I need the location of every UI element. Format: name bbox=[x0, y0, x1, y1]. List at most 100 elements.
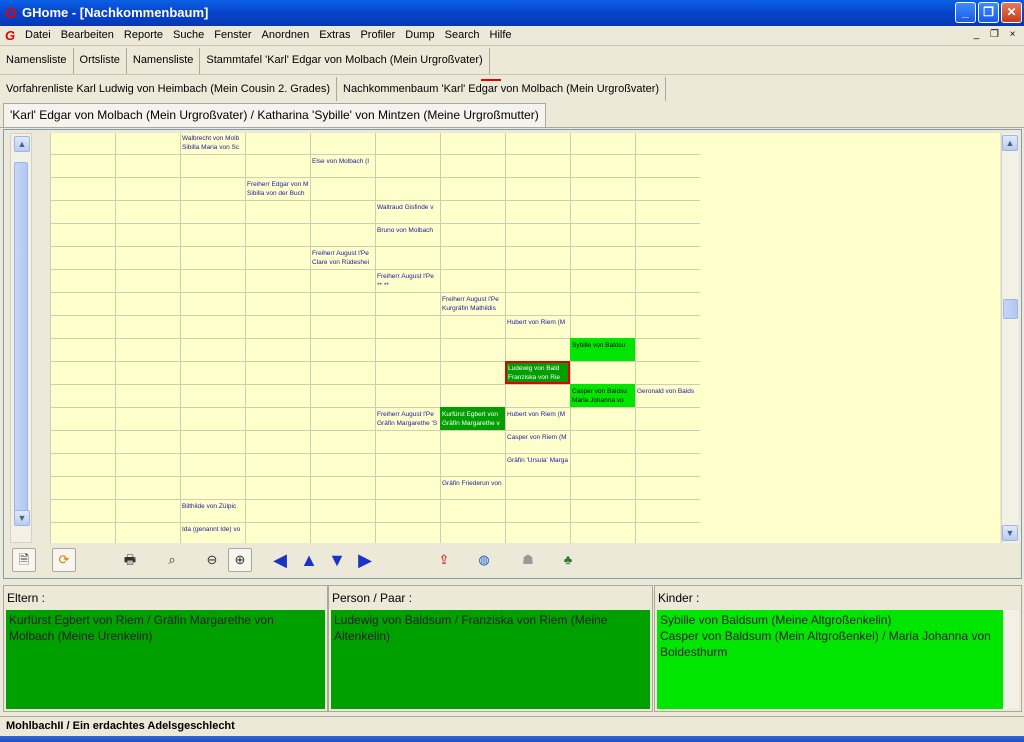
right-scroll-thumb[interactable] bbox=[1003, 299, 1018, 319]
person-cell[interactable]: Gräfin Friederun von bbox=[440, 476, 505, 499]
zoom-fit-icon[interactable]: ⊕ bbox=[228, 548, 252, 572]
menu-bearbeiten[interactable]: Bearbeiten bbox=[56, 29, 119, 41]
left-vertical-scrollbar[interactable]: ▲ ▼ bbox=[10, 133, 32, 543]
person-cell-line: Bruno von Molbach bbox=[377, 227, 434, 234]
left-scroll-up-icon[interactable]: ▲ bbox=[14, 136, 30, 152]
person-cell[interactable]: Ida (genannt Ide) vo bbox=[180, 522, 245, 543]
left-scroll-down-icon[interactable]: ▼ bbox=[14, 510, 30, 526]
menu-reporte[interactable]: Reporte bbox=[119, 29, 168, 41]
export-icon[interactable]: ⇪ bbox=[432, 548, 456, 572]
descendant-tree-canvas[interactable]: Walbrecht von Molb Sibilla Maria von Sc El… bbox=[50, 133, 1000, 543]
person-cell[interactable]: Hubert von Riem (M bbox=[505, 315, 570, 338]
parents-text[interactable]: Kurfürst Egbert von Riem / Gräfin Margar… bbox=[6, 610, 325, 709]
children-scrollbar[interactable] bbox=[1003, 610, 1019, 709]
person-cell-line: Bilthilde von Zülpic bbox=[182, 503, 237, 510]
children-list[interactable]: Sybille von Baldsum (Meine Altgroßenkeli… bbox=[657, 610, 1003, 709]
person-cell-line: Hubert von Riem (M bbox=[507, 411, 566, 418]
menu-hilfe[interactable]: Hilfe bbox=[485, 29, 517, 41]
person-cell[interactable]: Waltraud Gisfinde v bbox=[375, 200, 440, 223]
person-cell[interactable]: Freiherr August l'Pe Clare von Rüdeshei bbox=[310, 246, 375, 269]
person-panel: Person / Paar : Ludewig von Baldsum / Fr… bbox=[328, 585, 653, 712]
mdi-restore-button[interactable]: ❐ bbox=[987, 29, 1002, 43]
arrow-left-icon[interactable]: ◀ bbox=[268, 548, 292, 572]
tab-ortsliste[interactable]: Ortsliste bbox=[74, 48, 127, 74]
arrow-right-icon[interactable]: ▶ bbox=[353, 548, 377, 572]
person-cell-line bbox=[442, 488, 503, 497]
menu-bar: G Datei Bearbeiten Reporte Suche Fenster… bbox=[0, 26, 1024, 46]
menu-fenster[interactable]: Fenster bbox=[209, 29, 256, 41]
person-cell[interactable]: Bilthilde von Zülpic bbox=[180, 499, 245, 522]
person-cell[interactable]: Bruno von Molbach bbox=[375, 223, 440, 246]
person-cell[interactable]: Gräfin 'Ursula' Marga bbox=[505, 453, 570, 476]
taskbar-strip bbox=[0, 736, 1024, 742]
person-cell-line: Else von Molbach (I bbox=[312, 158, 370, 165]
tab-stammtafel[interactable]: Stammtafel 'Karl' Edgar von Molbach (Mei… bbox=[200, 48, 490, 74]
person-cell-line: Ida (genannt Ide) vo bbox=[182, 526, 241, 533]
person-cell-line: Walbrecht von Molb bbox=[182, 135, 240, 142]
page-icon[interactable]: 🗎 bbox=[12, 548, 36, 572]
person-cell[interactable]: Hubert von Riem (M bbox=[505, 407, 570, 430]
person-cell-line: Freiherr August l'Pe bbox=[377, 273, 434, 280]
tree-toolbar: 🗎 ⟳ 🖶 ⌕ ⊖ ⊕ ◀ ▲ ▼ ▶ ⇪ ◍ ☗ ♣ bbox=[4, 545, 1021, 577]
right-vertical-scrollbar[interactable]: ▲ ▼ bbox=[1001, 133, 1018, 543]
person-cell[interactable]: Freiherr Edgar von M Sibilla von der Buch bbox=[245, 177, 310, 200]
tab-nachkommenbaum[interactable]: Nachkommenbaum 'Karl' Edgar von Molbach … bbox=[337, 77, 667, 101]
person-cell[interactable]: Casper von Riem (M bbox=[505, 430, 570, 453]
person-cell[interactable]: Freiherr August l'Pe Gräfin Margarethe 'S bbox=[375, 407, 440, 430]
person-cell-line bbox=[377, 235, 438, 244]
person-cell-line: Waltraud Gisfinde v bbox=[377, 204, 434, 211]
canvas-empty-area bbox=[700, 133, 1000, 543]
menu-profiler[interactable]: Profiler bbox=[355, 29, 400, 41]
right-scroll-down-icon[interactable]: ▼ bbox=[1002, 525, 1018, 541]
menu-items: Datei Bearbeiten Reporte Suche Fenster A… bbox=[20, 29, 517, 41]
selected-person-cell[interactable]: Ludewig von Bald Franziska von Rie bbox=[505, 361, 570, 384]
person-cell[interactable]: Geronald von Balds bbox=[635, 384, 700, 407]
person-cell[interactable]: Freiherr August l'Pe ** ** bbox=[375, 269, 440, 292]
person-cell[interactable]: Freiherr August l'Pe Kurgräfin Mathildis bbox=[440, 292, 505, 315]
mdi-minimize-button[interactable]: _ bbox=[969, 29, 984, 43]
document-tab[interactable]: 'Karl' Edgar von Molbach (Mein Urgroßvat… bbox=[3, 103, 546, 127]
menu-search[interactable]: Search bbox=[440, 29, 485, 41]
child-item[interactable]: Casper von Baldsum (Mein Altgroßenkel) /… bbox=[660, 628, 1000, 660]
person-cell[interactable]: Else von Molbach (I bbox=[310, 154, 375, 177]
person-cell-line: Geronald von Balds bbox=[637, 388, 695, 395]
menu-dump[interactable]: Dump bbox=[400, 29, 439, 41]
refresh-icon[interactable]: ⟳ bbox=[52, 548, 76, 572]
tree-icon[interactable]: ♣ bbox=[556, 548, 580, 572]
arrow-down-icon[interactable]: ▼ bbox=[325, 548, 349, 572]
people-icon[interactable]: ☗ bbox=[516, 548, 540, 572]
person-cell[interactable]: Sybille von Baldsu bbox=[570, 338, 635, 361]
person-cell-line: Sybille von Baldsu bbox=[572, 342, 626, 349]
menu-datei[interactable]: Datei bbox=[20, 29, 56, 41]
left-scroll-thumb[interactable] bbox=[14, 162, 28, 518]
tab-namensliste-1[interactable]: Namensliste bbox=[0, 48, 74, 74]
person-cell-line: Ludewig von Bald bbox=[508, 365, 560, 372]
child-item[interactable]: Sybille von Baldsum (Meine Altgroßenkeli… bbox=[660, 612, 1000, 628]
tab-vorfahrenliste[interactable]: Vorfahrenliste Karl Ludwig von Heimbach … bbox=[0, 77, 338, 101]
close-button[interactable]: ✕ bbox=[1001, 2, 1022, 23]
tab-namensliste-2[interactable]: Namensliste bbox=[127, 48, 201, 74]
minimize-button[interactable]: _ bbox=[955, 2, 976, 23]
binoculars-icon[interactable]: ⌕ bbox=[160, 548, 184, 572]
person-text[interactable]: Ludewig von Baldsum / Franziska von Riem… bbox=[331, 610, 650, 709]
arrow-up-icon[interactable]: ▲ bbox=[297, 548, 321, 572]
maximize-button[interactable]: ❐ bbox=[978, 2, 999, 23]
tab-separator bbox=[0, 74, 1024, 75]
menu-extras[interactable]: Extras bbox=[314, 29, 355, 41]
person-cell[interactable]: Kurfürst Egbert von Gräfin Margarethe v bbox=[440, 407, 505, 430]
person-cell[interactable]: Walbrecht von Molb Sibilla Maria von Sc bbox=[180, 133, 245, 154]
person-cell-line: Clare von Rüdeshei bbox=[312, 259, 370, 266]
app-logo-icon: G bbox=[5, 5, 17, 22]
parents-label: Eltern : bbox=[7, 591, 46, 605]
menu-anordnen[interactable]: Anordnen bbox=[257, 29, 315, 41]
print-icon[interactable]: 🖶 bbox=[118, 548, 142, 572]
parents-panel: Eltern : Kurfürst Egbert von Riem / Gräf… bbox=[3, 585, 328, 712]
zoom-out-icon[interactable]: ⊖ bbox=[200, 548, 224, 572]
menu-suche[interactable]: Suche bbox=[168, 29, 209, 41]
right-scroll-up-icon[interactable]: ▲ bbox=[1002, 135, 1018, 151]
person-cell[interactable]: Casper von Baldsu Maria Johanna vo bbox=[570, 384, 635, 407]
mdi-close-button[interactable]: × bbox=[1005, 29, 1020, 43]
person-cell-line: Sibilla Maria von Sc bbox=[182, 144, 240, 151]
globe-icon[interactable]: ◍ bbox=[472, 548, 496, 572]
person-cell-line bbox=[182, 511, 243, 520]
